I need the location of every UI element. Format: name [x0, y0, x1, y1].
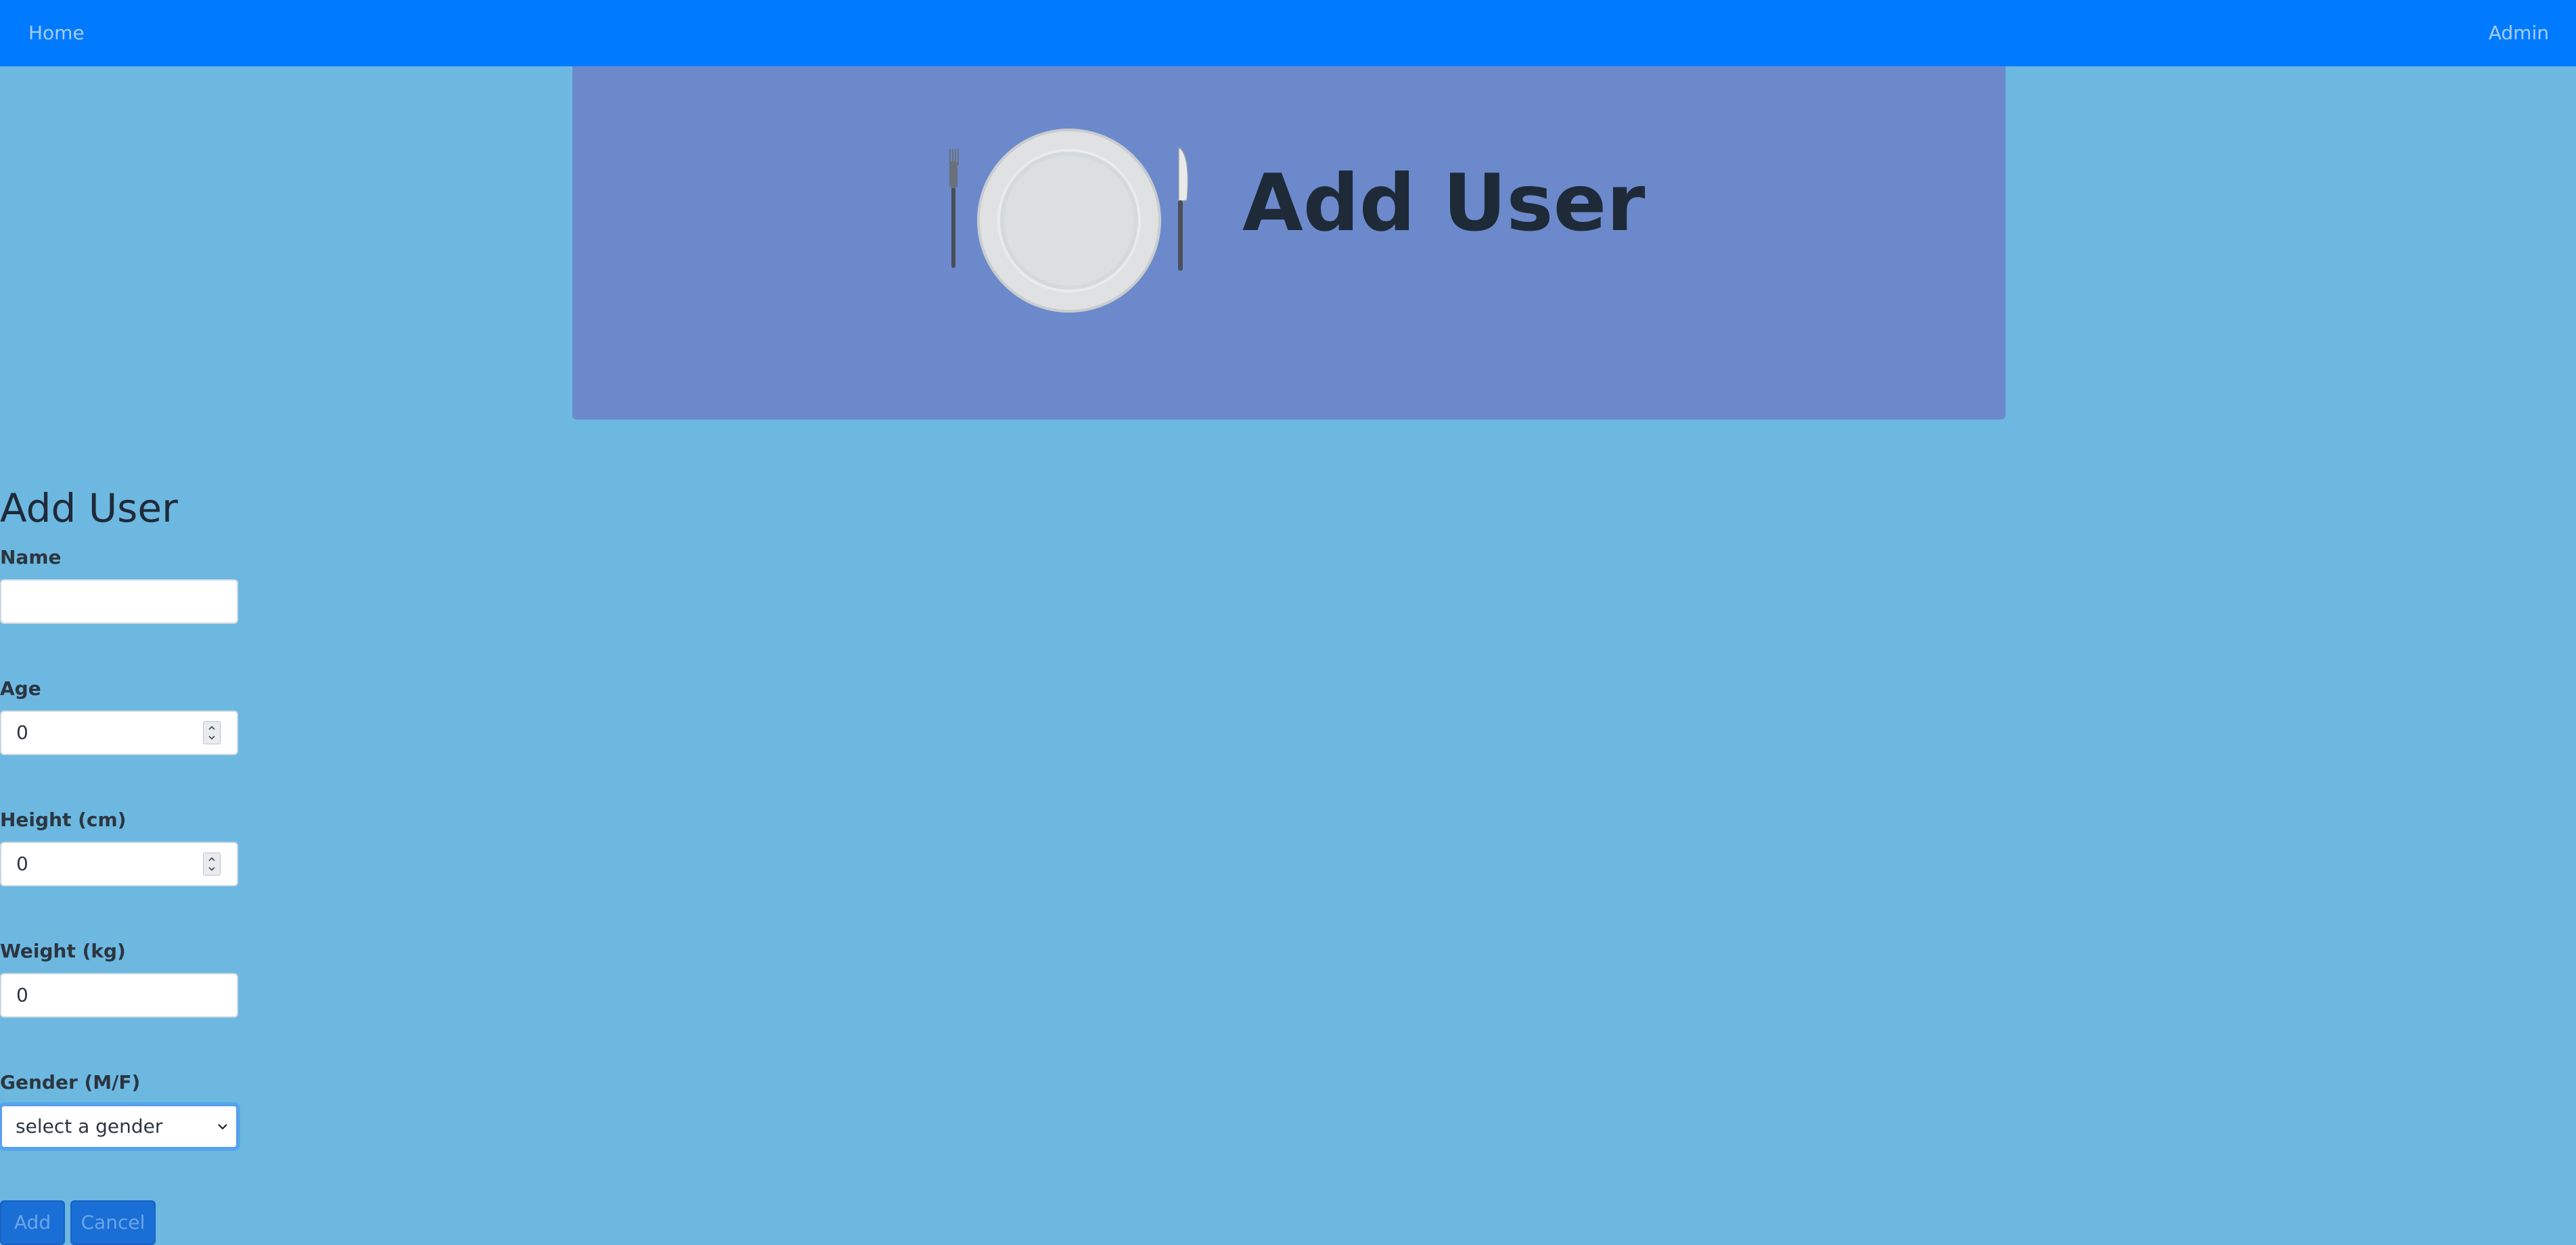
top-navbar: Home Admin [0, 0, 2576, 66]
plate-fork-knife-icon [949, 129, 1189, 313]
height-spinner[interactable] [203, 853, 221, 876]
age-spinner[interactable] [203, 721, 221, 744]
gender-label: Gender (M/F) [0, 1071, 141, 1093]
age-label: Age [0, 677, 41, 700]
plate-icon [977, 129, 1161, 313]
weight-label: Weight (kg) [0, 940, 126, 962]
weight-input-value: 0 [16, 984, 28, 1006]
height-input-value: 0 [16, 853, 28, 875]
height-input[interactable]: 0 [0, 842, 238, 886]
name-input[interactable] [0, 579, 238, 624]
nav-admin-link[interactable]: Admin [2489, 0, 2549, 66]
add-button[interactable]: Add [0, 1200, 65, 1245]
name-label: Name [0, 546, 62, 568]
hero-banner: Add User [572, 66, 2006, 420]
height-label: Height (cm) [0, 809, 127, 831]
age-input[interactable]: 0 [0, 710, 238, 755]
chevron-down-icon[interactable] [208, 865, 216, 873]
age-input-value: 0 [16, 721, 28, 744]
fork-icon [949, 149, 959, 268]
gender-select[interactable]: select a gender [0, 1104, 238, 1149]
hero-title: Add User [1242, 158, 1646, 249]
form-title: Add User [0, 485, 178, 531]
chevron-down-icon[interactable] [216, 1120, 229, 1133]
chevron-up-icon[interactable] [208, 855, 216, 863]
gender-select-value: select a gender [16, 1115, 163, 1137]
nav-home-link[interactable]: Home [28, 0, 85, 66]
chevron-down-icon[interactable] [208, 733, 216, 742]
weight-input[interactable]: 0 [0, 973, 238, 1018]
knife-icon [1178, 146, 1189, 271]
cancel-button[interactable]: Cancel [70, 1200, 156, 1245]
chevron-up-icon[interactable] [208, 724, 216, 732]
